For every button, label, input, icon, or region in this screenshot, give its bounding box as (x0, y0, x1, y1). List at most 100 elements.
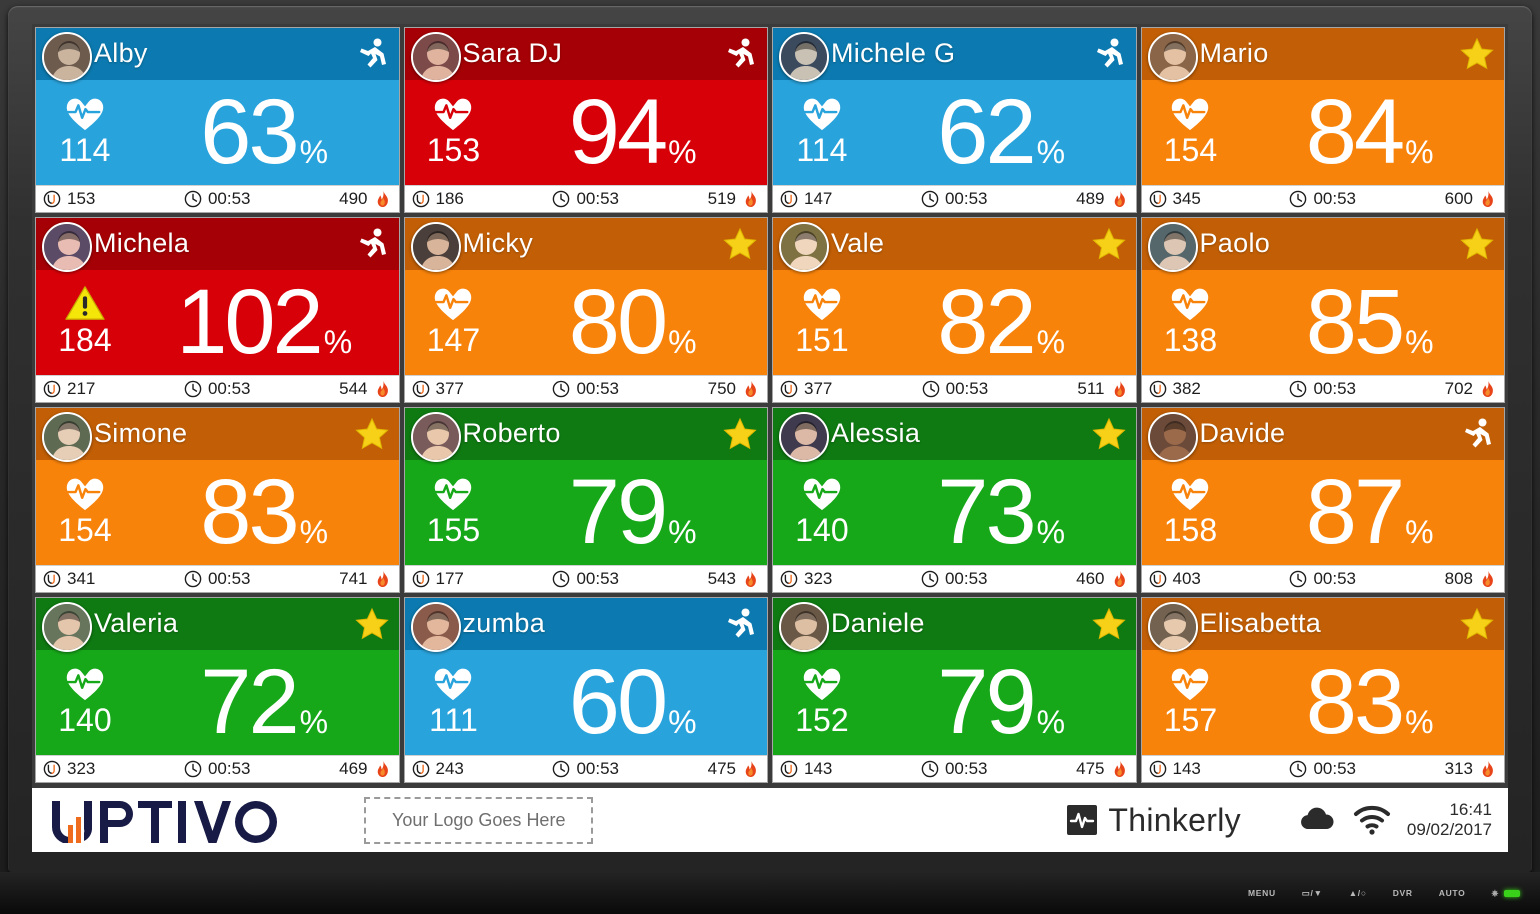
avatar[interactable] (410, 32, 461, 82)
athlete-card[interactable]: Mario 154 84 % 345 00:53 600 (1140, 27, 1505, 213)
clock-icon (553, 380, 570, 398)
power-icon: ⎈ (1491, 887, 1499, 898)
athlete-card[interactable]: Roberto 155 79 % 177 00:53 543 (403, 407, 768, 593)
star-icon (1460, 37, 1494, 70)
timer-stat: 00:53 (832, 379, 1077, 399)
percent-sign: % (1036, 703, 1066, 740)
athlete-name: Alby (94, 38, 148, 69)
athlete-card[interactable]: Sara DJ 153 94 % 186 00:53 519 (403, 27, 768, 213)
percent-sign: % (668, 513, 697, 550)
effort-percent-block: 79 % (871, 656, 1136, 748)
monitor-button-[interactable]: ▭/▼ (1302, 888, 1323, 899)
athlete-card[interactable]: Michele G 114 62 % 147 00:53 489 (772, 27, 1137, 213)
athlete-card-body: 184 102 % (36, 269, 399, 375)
effort-percent-value: 72 (200, 650, 299, 753)
avatar[interactable] (410, 602, 461, 652)
athlete-card[interactable]: Paolo 138 85 % 382 00:53 702 (1140, 217, 1505, 403)
athlete-card-header: zumba (404, 598, 767, 652)
athlete-name: Elisabetta (1199, 608, 1322, 639)
runner-icon (359, 38, 386, 68)
effort-percent-block: 83 % (134, 466, 399, 558)
timer-value: 00:53 (207, 569, 251, 588)
calories-stat: 543 (708, 569, 760, 589)
athlete-name: Vale (831, 228, 885, 259)
clock-icon (1290, 190, 1307, 208)
athlete-card[interactable]: Elisabetta 157 83 % 143 00:53 313 (1140, 597, 1505, 783)
heart-rate-block: 184 (36, 284, 134, 360)
timer-value: 00:53 (944, 759, 988, 778)
avatar[interactable] (1147, 602, 1198, 652)
timer-value: 00:53 (576, 759, 620, 778)
athlete-card-body: 153 94 % (404, 79, 767, 185)
monitor-button-dvr[interactable]: DVR (1393, 888, 1413, 898)
heart-rate-value: 138 (1163, 322, 1218, 359)
athlete-card-body: 155 79 % (404, 459, 767, 565)
avatar[interactable] (42, 602, 92, 652)
athlete-card[interactable]: Davide 158 87 % 403 00:53 808 (1140, 407, 1505, 593)
avatar[interactable] (42, 32, 92, 82)
avatar[interactable] (42, 222, 92, 272)
athlete-card[interactable]: Simone 154 83 % 341 00:53 741 (35, 407, 400, 593)
athlete-card-header: Mario (1141, 28, 1504, 82)
avatar[interactable] (1147, 32, 1198, 82)
calories-value: 543 (707, 569, 736, 588)
clock-icon (184, 760, 202, 778)
avatar[interactable] (779, 412, 829, 462)
points-stat: 186 (412, 189, 464, 209)
athlete-card[interactable]: Michela 184 102 % 217 00:53 544 (35, 217, 400, 403)
calories-stat: 741 (339, 569, 391, 589)
avatar[interactable] (1147, 222, 1198, 272)
calories-value: 544 (339, 379, 368, 398)
athlete-card[interactable]: Vale 151 82 % 377 00:53 511 (772, 217, 1137, 403)
custom-logo-slot[interactable]: Your Logo Goes Here (364, 796, 594, 844)
monitor-button-[interactable]: ▲/○ (1349, 888, 1367, 898)
monitor-button-menu[interactable]: MENU (1248, 888, 1276, 898)
runner-icon (728, 608, 754, 638)
effort-percent-block: 85 % (1239, 276, 1504, 368)
monitor-power-button[interactable]: ⎈ (1491, 888, 1520, 899)
star-icon (723, 417, 757, 450)
effort-percent-block: 83 % (1239, 656, 1504, 748)
percent-sign: % (1036, 513, 1066, 550)
avatar[interactable] (410, 222, 461, 272)
heart-pulse-icon (435, 98, 472, 131)
clock-icon (1290, 380, 1307, 398)
calories-value: 313 (1444, 759, 1473, 778)
effort-percent-value: 94 (568, 80, 668, 183)
athlete-grid: Alby 114 63 % 153 00:53 490 Sara DJ 153 … (32, 24, 1508, 786)
calories-value: 460 (1076, 569, 1105, 588)
clock-icon (1290, 760, 1307, 778)
monitor-button-auto[interactable]: AUTO (1439, 888, 1466, 898)
avatar[interactable] (779, 32, 829, 82)
warning-triangle-icon (65, 286, 105, 321)
uptivo-points-icon (1149, 190, 1166, 208)
timer-stat: 00:53 (832, 189, 1076, 209)
athlete-card[interactable]: Micky 147 80 % 377 00:53 750 (403, 217, 768, 403)
heart-rate-value: 114 (59, 132, 111, 169)
avatar[interactable] (42, 412, 92, 462)
calories-value: 490 (339, 189, 368, 208)
avatar[interactable] (779, 602, 829, 652)
timer-stat: 00:53 (464, 759, 708, 779)
thinkerly-name: Thinkerly (1108, 801, 1241, 838)
heart-rate-value: 158 (1163, 512, 1218, 549)
heart-pulse-icon (1172, 98, 1209, 131)
calories-value: 469 (339, 759, 368, 778)
avatar[interactable] (779, 222, 829, 272)
athlete-card[interactable]: Valeria 140 72 % 323 00:53 469 (35, 597, 400, 783)
athlete-card[interactable]: Alby 114 63 % 153 00:53 490 (35, 27, 400, 213)
athlete-card[interactable]: zumba 111 60 % 243 00:53 475 (403, 597, 768, 783)
points-stat: 217 (43, 379, 95, 399)
timer-stat: 00:53 (832, 759, 1076, 779)
athlete-name: Roberto (462, 418, 561, 449)
points-value: 143 (804, 759, 833, 778)
points-stat: 382 (1149, 379, 1201, 399)
avatar[interactable] (410, 412, 461, 462)
avatar[interactable] (1147, 412, 1198, 462)
heart-rate-block: 157 (1142, 664, 1240, 740)
athlete-card[interactable]: Alessia 140 73 % 323 00:53 460 (772, 407, 1137, 593)
flame-icon (745, 190, 756, 208)
calories-stat: 475 (708, 759, 760, 779)
athlete-card[interactable]: Daniele 152 79 % 143 00:53 475 (772, 597, 1137, 783)
heart-rate-block: 155 (405, 474, 503, 550)
